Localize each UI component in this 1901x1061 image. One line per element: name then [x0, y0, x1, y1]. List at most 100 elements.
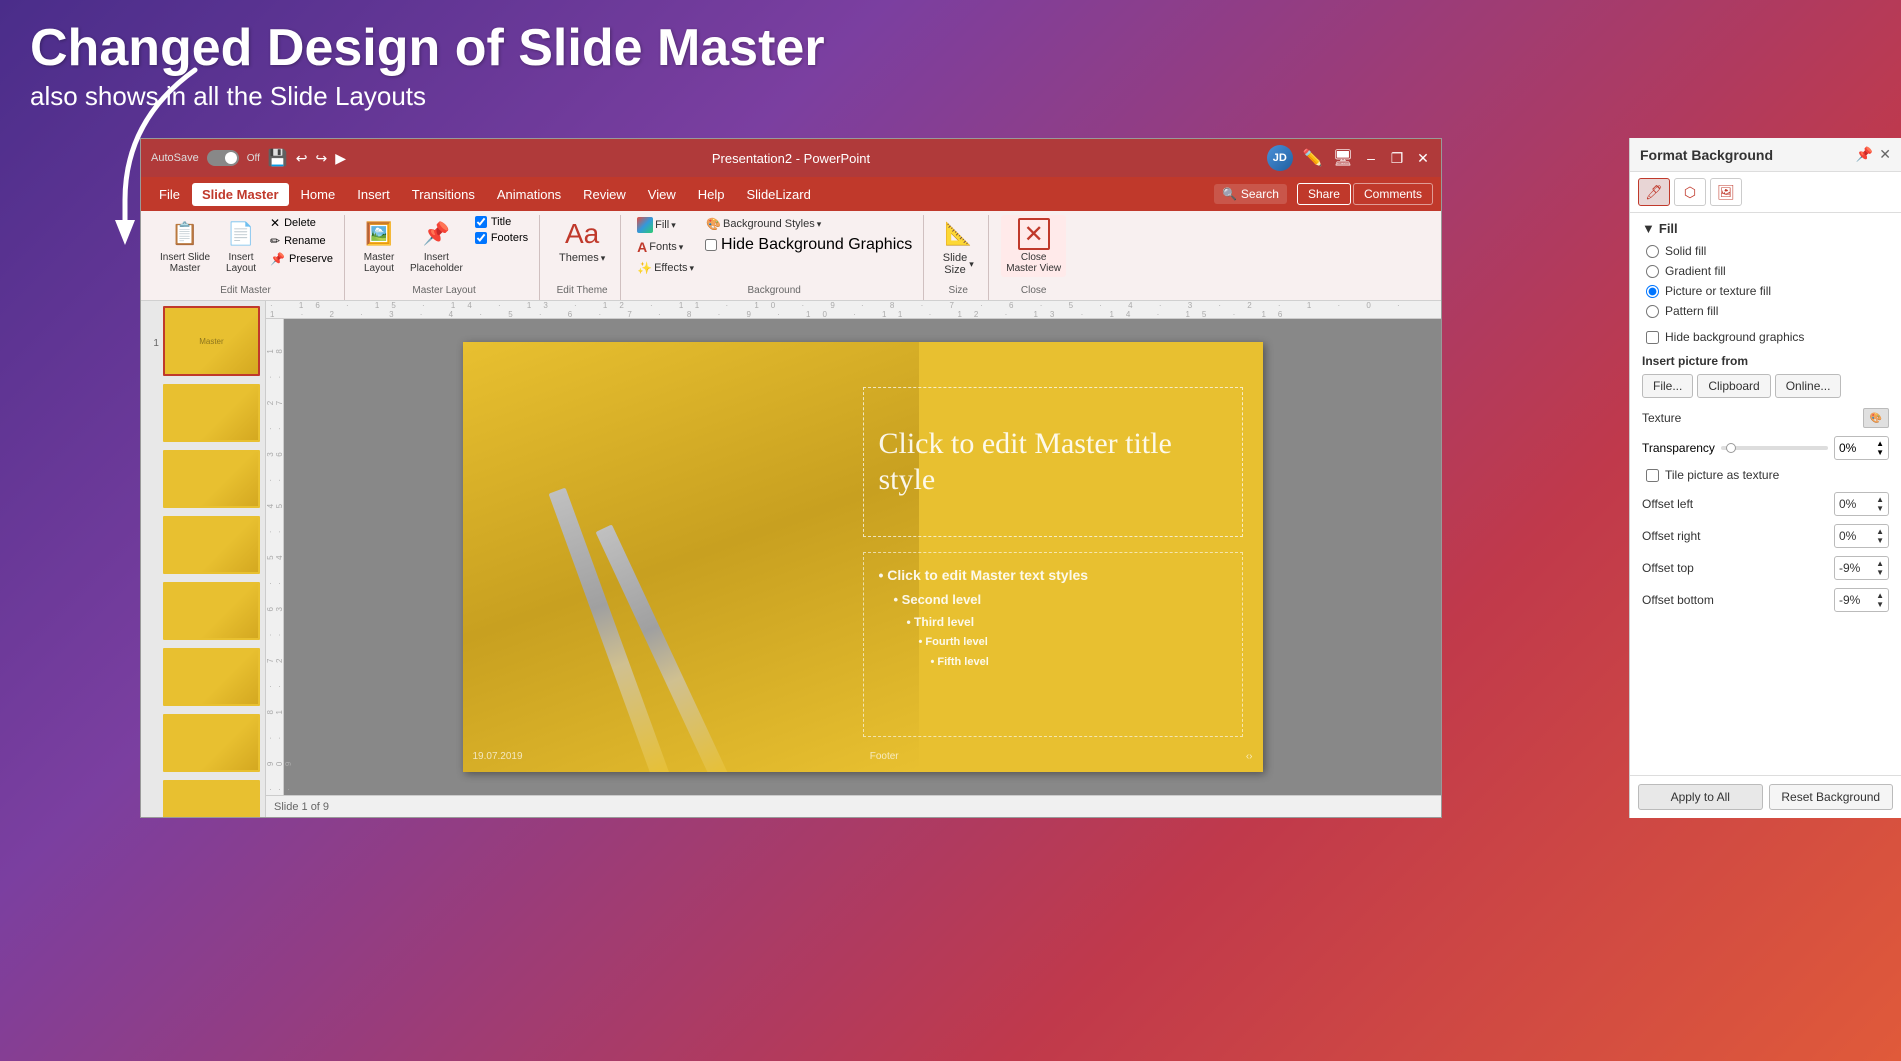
delete-button[interactable]: ✕ Delete: [267, 215, 336, 231]
slide-thumb-7[interactable]: [163, 714, 260, 772]
tile-checkbox[interactable]: Tile picture as texture: [1642, 468, 1889, 482]
offset-left-label: Offset left: [1642, 497, 1693, 511]
solid-fill-option[interactable]: Solid fill: [1646, 244, 1889, 258]
share-button[interactable]: Share: [1297, 183, 1351, 205]
panel-pin-icon[interactable]: 📌: [1856, 146, 1873, 163]
slide-size-icon: 📐: [942, 218, 974, 250]
file-button[interactable]: File...: [1642, 374, 1693, 398]
slide-thumb-1[interactable]: Master: [163, 306, 260, 376]
transparency-value[interactable]: 0% ▲▼: [1834, 436, 1889, 460]
menu-animations[interactable]: Animations: [487, 183, 571, 206]
hide-bg-graphics-checkbox[interactable]: Hide Background Graphics: [702, 235, 915, 255]
offset-right-input[interactable]: 0% ▲▼: [1834, 524, 1889, 548]
slide-thumb-2[interactable]: [163, 384, 260, 442]
slide-panel[interactable]: 1 Master: [141, 301, 266, 817]
online-button[interactable]: Online...: [1775, 374, 1842, 398]
colors-dropdown[interactable]: Fill ▾: [633, 215, 698, 235]
slide-thumb-4[interactable]: [163, 516, 260, 574]
transparency-label: Transparency: [1642, 441, 1715, 455]
effects-dropdown[interactable]: ✨ Effects ▾: [633, 259, 698, 277]
slide-thumb-8[interactable]: [163, 780, 260, 817]
offset-bottom-input[interactable]: -9% ▲▼: [1834, 588, 1889, 612]
hide-bg-graphics-label: Hide background graphics: [1665, 330, 1804, 344]
background-styles-dropdown[interactable]: 🎨 Background Styles ▾: [702, 215, 915, 233]
tab-picture[interactable]: 🖼: [1710, 178, 1742, 206]
rename-button[interactable]: ✏ Rename: [267, 233, 336, 249]
slide-title-box[interactable]: Click to edit Master title style: [863, 387, 1243, 537]
offset-top-input[interactable]: -9% ▲▼: [1834, 556, 1889, 580]
slide-thumb-6[interactable]: [163, 648, 260, 706]
solid-fill-label: Solid fill: [1665, 244, 1706, 258]
texture-label: Texture: [1642, 411, 1681, 425]
fill-options: Solid fill Gradient fill Picture or text…: [1642, 244, 1889, 318]
tab-fill[interactable]: 🖊: [1638, 178, 1670, 206]
slide-thumb-3[interactable]: [163, 450, 260, 508]
gradient-fill-option[interactable]: Gradient fill: [1646, 264, 1889, 278]
minimize-button[interactable]: –: [1363, 150, 1379, 166]
user-avatar[interactable]: JD: [1267, 145, 1293, 171]
slide-content-box[interactable]: • Click to edit Master text styles • Sec…: [863, 552, 1243, 737]
slide-area[interactable]: Click to edit Master title style • Click…: [284, 319, 1441, 795]
menu-slidelizard[interactable]: SlideLizard: [737, 183, 821, 206]
undo-icon[interactable]: ↩: [296, 150, 308, 167]
insert-placeholder-button[interactable]: 📌 InsertPlaceholder: [405, 215, 468, 277]
bg-styles-icon: 🎨: [706, 217, 721, 231]
texture-button[interactable]: 🎨: [1863, 408, 1889, 428]
reset-background-button[interactable]: Reset Background: [1769, 784, 1894, 810]
master-layout-icon: 🖼️: [363, 218, 395, 250]
ribbon-group-edit-theme: Aa Themes ▾ Edit Theme: [544, 215, 621, 300]
restore-button[interactable]: ❐: [1389, 150, 1405, 166]
save-icon[interactable]: 💾: [268, 148, 288, 168]
menu-insert[interactable]: Insert: [347, 183, 400, 206]
menu-transitions[interactable]: Transitions: [402, 183, 485, 206]
redo-icon[interactable]: ↪: [316, 150, 328, 167]
close-master-view-button[interactable]: ✕ CloseMaster View: [1001, 215, 1066, 277]
preserve-button[interactable]: 📌 Preserve: [267, 251, 336, 267]
content-level5: • Fifth level: [879, 653, 1227, 673]
fonts-dropdown[interactable]: A Fonts ▾: [633, 237, 698, 257]
close-button[interactable]: ✕: [1415, 150, 1431, 166]
panel-close-icon[interactable]: ✕: [1879, 146, 1891, 163]
present-icon[interactable]: ▶: [335, 150, 346, 167]
fill-chevron[interactable]: ▼: [1642, 221, 1655, 236]
menu-home[interactable]: Home: [291, 183, 346, 206]
gradient-fill-label: Gradient fill: [1665, 264, 1726, 278]
slide-size-button[interactable]: 📐 SlideSize ▾: [936, 215, 980, 279]
colors-chevron: ▾: [671, 220, 676, 231]
menu-view[interactable]: View: [638, 183, 686, 206]
slide-number-1: 1: [146, 338, 159, 349]
ribbon-group-master-layout: 🖼️ MasterLayout 📌 InsertPlaceholder Titl…: [349, 215, 540, 300]
master-layout-button[interactable]: 🖼️ MasterLayout: [357, 215, 401, 277]
slide-thumb-wrapper-5: [146, 582, 260, 644]
clipboard-button[interactable]: Clipboard: [1697, 374, 1770, 398]
ribbon-background-items: Fill ▾ A Fonts ▾ ✨ Effects ▾: [633, 215, 915, 281]
search-box[interactable]: 🔍 Search: [1214, 184, 1287, 204]
slide-thumb-wrapper-3: [146, 450, 260, 512]
menu-help[interactable]: Help: [688, 183, 735, 206]
slide-main[interactable]: Click to edit Master title style • Click…: [463, 342, 1263, 772]
picture-texture-fill-option[interactable]: Picture or texture fill: [1646, 284, 1889, 298]
apply-to-all-button[interactable]: Apply to All: [1638, 784, 1763, 810]
menu-review[interactable]: Review: [573, 183, 636, 206]
footers-checkbox[interactable]: Footers: [472, 231, 531, 245]
themes-button[interactable]: Aa Themes ▾: [552, 215, 612, 267]
rename-icon: ✏: [270, 234, 280, 248]
content-level1: • Click to edit Master text styles: [879, 563, 1227, 588]
close-group-label: Close: [1021, 281, 1047, 296]
tile-label: Tile picture as texture: [1665, 468, 1779, 482]
slide-thumb-5[interactable]: [163, 582, 260, 640]
offset-left-input[interactable]: 0% ▲▼: [1834, 492, 1889, 516]
slide-area-wrapper: · 16 · 15 · 14 · 13 · 12 · 11 · 10 · 9 ·…: [266, 301, 1441, 817]
tab-effects[interactable]: ⬡: [1674, 178, 1706, 206]
comments-button[interactable]: Comments: [1353, 183, 1433, 205]
slide-content-text: • Click to edit Master text styles • Sec…: [879, 563, 1227, 673]
transparency-slider[interactable]: [1721, 446, 1828, 450]
effects-icon: ✨: [637, 261, 652, 275]
title-checkbox[interactable]: Title: [472, 215, 531, 229]
monitor-icon[interactable]: 🖥: [1333, 148, 1353, 168]
hide-bg-graphics-checkbox-panel[interactable]: Hide background graphics: [1642, 330, 1889, 344]
slide-size-chevron: ▾: [969, 259, 974, 270]
pen-icon[interactable]: ✏️: [1303, 148, 1323, 168]
pattern-fill-option[interactable]: Pattern fill: [1646, 304, 1889, 318]
slide-title-text: Click to edit Master title style: [879, 426, 1227, 498]
